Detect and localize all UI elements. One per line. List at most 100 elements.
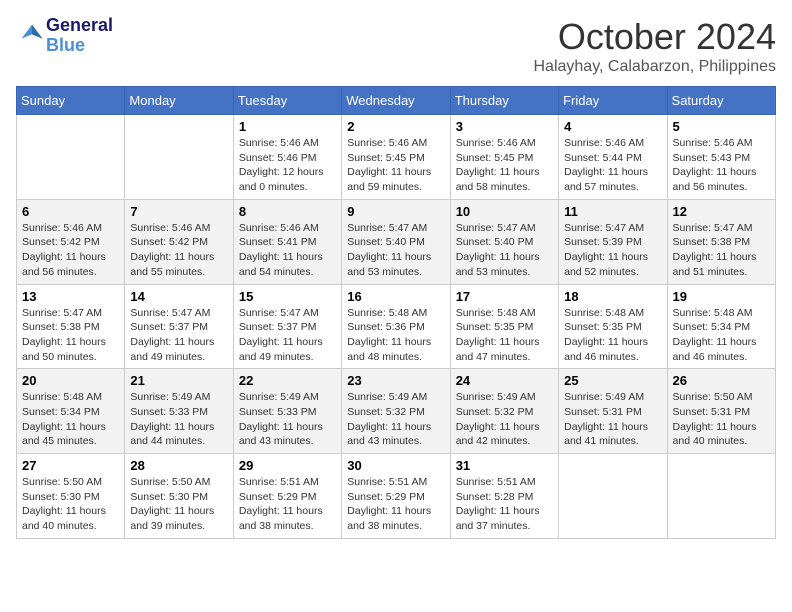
day-number: 2 [347,119,444,134]
day-number: 28 [130,458,227,473]
day-info: Sunrise: 5:47 AMSunset: 5:40 PMDaylight:… [347,221,444,280]
day-info: Sunrise: 5:47 AMSunset: 5:39 PMDaylight:… [564,221,661,280]
calendar-cell: 18 Sunrise: 5:48 AMSunset: 5:35 PMDayligh… [559,284,667,369]
calendar-cell: 14 Sunrise: 5:47 AMSunset: 5:37 PMDayligh… [125,284,233,369]
day-info: Sunrise: 5:48 AMSunset: 5:36 PMDaylight:… [347,306,444,365]
calendar-cell [667,454,775,539]
day-number: 26 [673,373,770,388]
calendar-cell: 27 Sunrise: 5:50 AMSunset: 5:30 PMDayligh… [17,454,125,539]
day-number: 31 [456,458,553,473]
day-number: 14 [130,289,227,304]
day-info: Sunrise: 5:47 AMSunset: 5:38 PMDaylight:… [673,221,770,280]
calendar-cell: 7Sunrise: 5:46 AMSunset: 5:42 PMDaylight… [125,199,233,284]
day-number: 27 [22,458,119,473]
location: Halayhay, Calabarzon, Philippines [533,58,776,76]
calendar-week-row: 27 Sunrise: 5:50 AMSunset: 5:30 PMDayligh… [17,454,776,539]
day-info: Sunrise: 5:46 AMSunset: 5:43 PMDaylight:… [673,136,770,195]
calendar-header-row: SundayMondayTuesdayWednesdayThursdayFrid… [17,87,776,115]
day-info: Sunrise: 5:49 AMSunset: 5:31 PMDaylight:… [564,390,661,449]
day-number: 6 [22,204,119,219]
page-header: General Blue October 2024 Halayhay, Cala… [16,16,776,76]
calendar-cell: 1 Sunrise: 5:46 AMSunset: 5:46 PMDaylight… [233,115,341,200]
calendar-cell: 21 Sunrise: 5:49 AMSunset: 5:33 PMDayligh… [125,369,233,454]
day-header-thursday: Thursday [450,87,558,115]
calendar-cell: 9 Sunrise: 5:47 AMSunset: 5:40 PMDaylight… [342,199,450,284]
calendar-cell: 28 Sunrise: 5:50 AMSunset: 5:30 PMDayligh… [125,454,233,539]
day-info: Sunrise: 5:46 AMSunset: 5:42 PMDaylight:… [130,221,227,280]
calendar-cell: 30Sunrise: 5:51 AMSunset: 5:29 PMDayligh… [342,454,450,539]
day-number: 4 [564,119,661,134]
calendar-cell [125,115,233,200]
calendar-cell: 5 Sunrise: 5:46 AMSunset: 5:43 PMDaylight… [667,115,775,200]
calendar-cell: 11 Sunrise: 5:47 AMSunset: 5:39 PMDayligh… [559,199,667,284]
calendar-week-row: 6 Sunrise: 5:46 AMSunset: 5:42 PMDaylight… [17,199,776,284]
day-info: Sunrise: 5:47 AMSunset: 5:38 PMDaylight:… [22,306,119,365]
day-info: Sunrise: 5:46 AMSunset: 5:45 PMDaylight:… [456,136,553,195]
day-info: Sunrise: 5:48 AMSunset: 5:34 PMDaylight:… [22,390,119,449]
day-info: Sunrise: 5:51 AMSunset: 5:29 PMDaylight:… [239,475,336,534]
day-info: Sunrise: 5:50 AMSunset: 5:30 PMDaylight:… [22,475,119,534]
day-number: 25 [564,373,661,388]
day-info: Sunrise: 5:49 AMSunset: 5:32 PMDaylight:… [347,390,444,449]
day-number: 15 [239,289,336,304]
day-number: 3 [456,119,553,134]
day-number: 18 [564,289,661,304]
calendar-cell: 26 Sunrise: 5:50 AMSunset: 5:31 PMDayligh… [667,369,775,454]
day-number: 24 [456,373,553,388]
calendar-cell: 31 Sunrise: 5:51 AMSunset: 5:28 PMDayligh… [450,454,558,539]
day-info: Sunrise: 5:47 AMSunset: 5:37 PMDaylight:… [239,306,336,365]
day-info: Sunrise: 5:47 AMSunset: 5:37 PMDaylight:… [130,306,227,365]
day-header-monday: Monday [125,87,233,115]
day-info: Sunrise: 5:46 AMSunset: 5:41 PMDaylight:… [239,221,336,280]
day-number: 11 [564,204,661,219]
calendar-cell: 2 Sunrise: 5:46 AMSunset: 5:45 PMDaylight… [342,115,450,200]
day-info: Sunrise: 5:49 AMSunset: 5:33 PMDaylight:… [239,390,336,449]
day-number: 1 [239,119,336,134]
calendar-cell: 10 Sunrise: 5:47 AMSunset: 5:40 PMDayligh… [450,199,558,284]
logo-icon [18,19,46,47]
calendar-week-row: 20 Sunrise: 5:48 AMSunset: 5:34 PMDayligh… [17,369,776,454]
month-title: October 2024 [533,16,776,58]
day-number: 5 [673,119,770,134]
day-info: Sunrise: 5:50 AMSunset: 5:31 PMDaylight:… [673,390,770,449]
day-info: Sunrise: 5:50 AMSunset: 5:30 PMDaylight:… [130,475,227,534]
day-number: 20 [22,373,119,388]
day-number: 10 [456,204,553,219]
day-header-saturday: Saturday [667,87,775,115]
day-number: 22 [239,373,336,388]
day-info: Sunrise: 5:48 AMSunset: 5:35 PMDaylight:… [456,306,553,365]
day-info: Sunrise: 5:49 AMSunset: 5:33 PMDaylight:… [130,390,227,449]
calendar-table: SundayMondayTuesdayWednesdayThursdayFrid… [16,86,776,539]
day-info: Sunrise: 5:49 AMSunset: 5:32 PMDaylight:… [456,390,553,449]
calendar-cell [17,115,125,200]
day-number: 9 [347,204,444,219]
day-info: Sunrise: 5:46 AMSunset: 5:42 PMDaylight:… [22,221,119,280]
calendar-cell [559,454,667,539]
day-number: 17 [456,289,553,304]
calendar-cell: 12 Sunrise: 5:47 AMSunset: 5:38 PMDayligh… [667,199,775,284]
day-number: 12 [673,204,770,219]
day-info: Sunrise: 5:47 AMSunset: 5:40 PMDaylight:… [456,221,553,280]
calendar-cell: 6 Sunrise: 5:46 AMSunset: 5:42 PMDaylight… [17,199,125,284]
day-number: 23 [347,373,444,388]
day-info: Sunrise: 5:46 AMSunset: 5:45 PMDaylight:… [347,136,444,195]
day-info: Sunrise: 5:46 AMSunset: 5:46 PMDaylight:… [239,136,336,195]
day-number: 19 [673,289,770,304]
calendar-cell: 22 Sunrise: 5:49 AMSunset: 5:33 PMDayligh… [233,369,341,454]
day-info: Sunrise: 5:51 AMSunset: 5:28 PMDaylight:… [456,475,553,534]
calendar-cell: 24 Sunrise: 5:49 AMSunset: 5:32 PMDayligh… [450,369,558,454]
day-number: 13 [22,289,119,304]
calendar-cell: 23 Sunrise: 5:49 AMSunset: 5:32 PMDayligh… [342,369,450,454]
logo-text: General Blue [46,16,113,56]
day-info: Sunrise: 5:48 AMSunset: 5:34 PMDaylight:… [673,306,770,365]
title-section: October 2024 Halayhay, Calabarzon, Phili… [533,16,776,76]
day-number: 21 [130,373,227,388]
calendar-cell: 29 Sunrise: 5:51 AMSunset: 5:29 PMDayligh… [233,454,341,539]
calendar-cell: 13 Sunrise: 5:47 AMSunset: 5:38 PMDayligh… [17,284,125,369]
calendar-body: 1 Sunrise: 5:46 AMSunset: 5:46 PMDaylight… [17,115,776,539]
calendar-cell: 3 Sunrise: 5:46 AMSunset: 5:45 PMDaylight… [450,115,558,200]
calendar-cell: 8 Sunrise: 5:46 AMSunset: 5:41 PMDaylight… [233,199,341,284]
day-number: 29 [239,458,336,473]
day-number: 8 [239,204,336,219]
day-info: Sunrise: 5:48 AMSunset: 5:35 PMDaylight:… [564,306,661,365]
